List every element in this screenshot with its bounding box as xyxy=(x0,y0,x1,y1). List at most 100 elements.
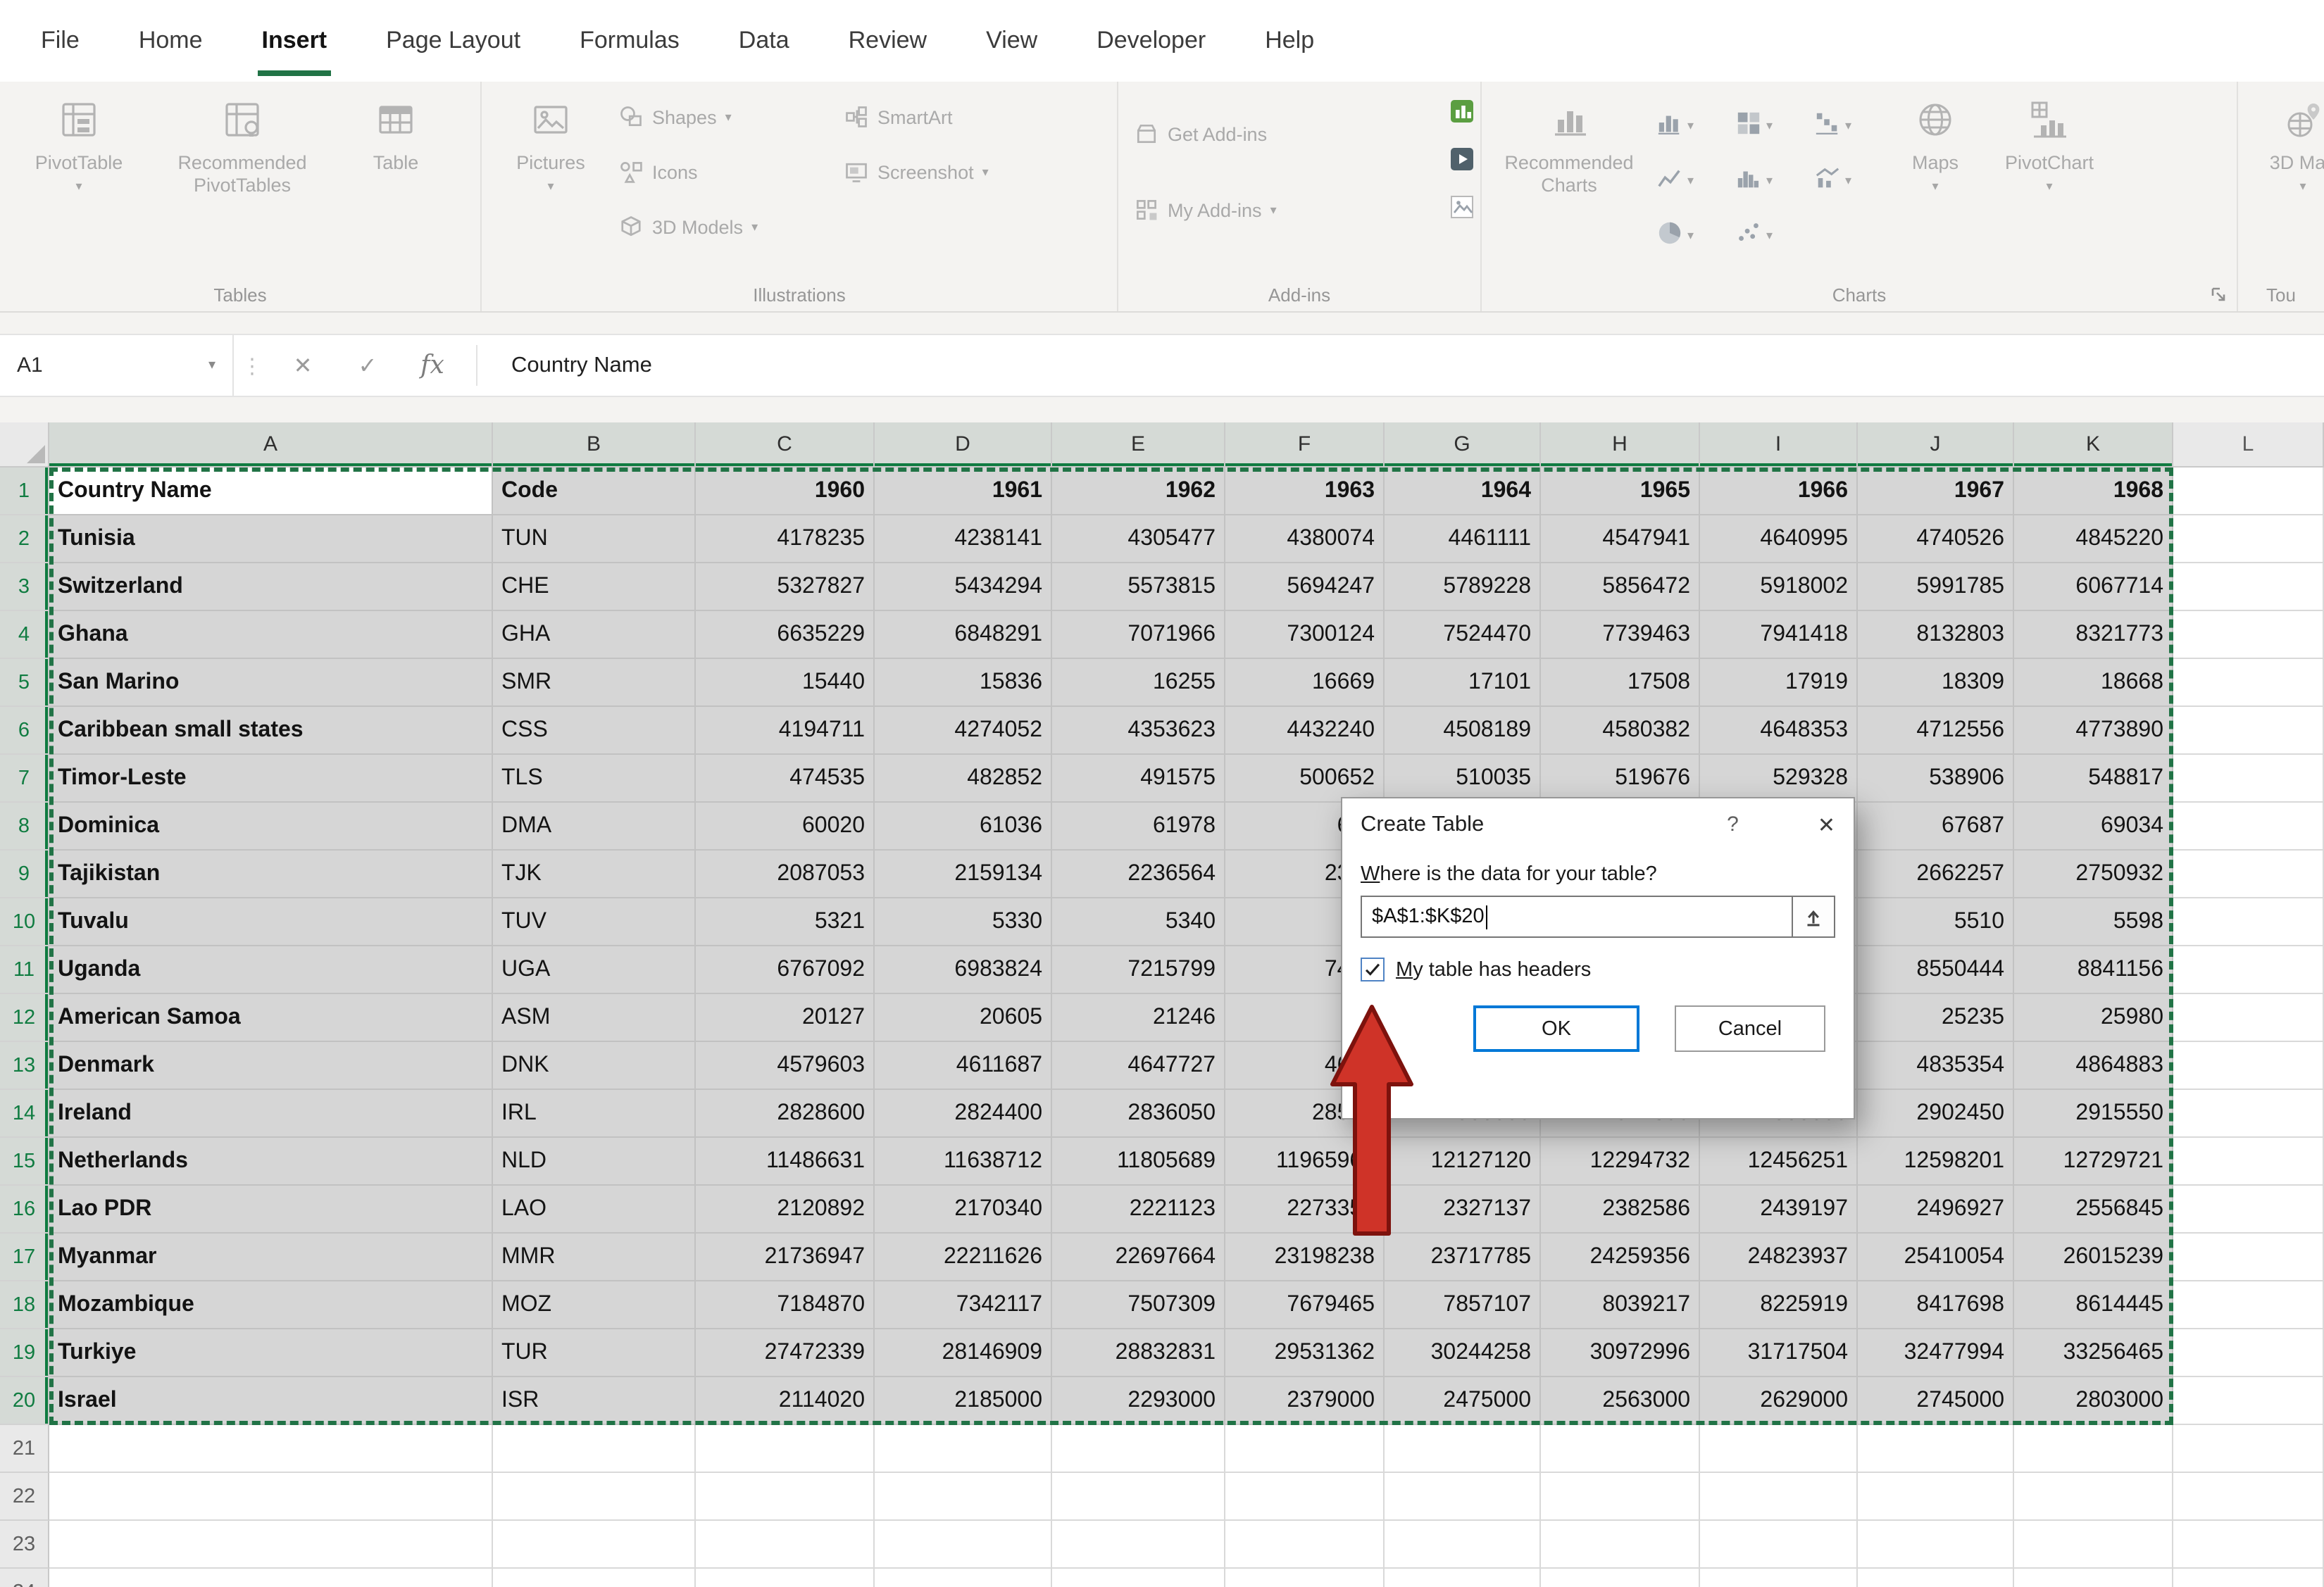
cell-F19[interactable]: 29531362 xyxy=(1225,1329,1385,1377)
dialog-close-button[interactable]: ✕ xyxy=(1818,812,1835,837)
insert-function-button[interactable]: fx xyxy=(400,335,465,396)
column-header-J[interactable]: J xyxy=(1858,422,2014,468)
cell-I5[interactable]: 17919 xyxy=(1700,659,1858,707)
cell-F17[interactable]: 23198238 xyxy=(1225,1234,1385,1281)
cell-F21[interactable] xyxy=(1225,1425,1385,1473)
cell-D8[interactable]: 61036 xyxy=(875,803,1052,851)
row-header-19[interactable]: 19 xyxy=(0,1329,49,1377)
cell-J11[interactable]: 8550444 xyxy=(1858,946,2014,994)
cell-C2[interactable]: 4178235 xyxy=(696,515,875,563)
cell-A17[interactable]: Myanmar xyxy=(49,1234,493,1281)
cell-H20[interactable]: 2563000 xyxy=(1541,1377,1700,1425)
cell-D9[interactable]: 2159134 xyxy=(875,851,1052,898)
cell-C15[interactable]: 11486631 xyxy=(696,1138,875,1186)
cell-B23[interactable] xyxy=(493,1521,696,1569)
cell-K13[interactable]: 4864883 xyxy=(2014,1042,2173,1090)
row-header-7[interactable]: 7 xyxy=(0,755,49,803)
cell-J12[interactable]: 25235 xyxy=(1858,994,2014,1042)
cell-L4[interactable] xyxy=(2173,611,2324,659)
cell-E10[interactable]: 5340 xyxy=(1052,898,1225,946)
cell-C19[interactable]: 27472339 xyxy=(696,1329,875,1377)
recommended-charts-button[interactable]: Recommended Charts xyxy=(1490,84,1648,279)
cell-L13[interactable] xyxy=(2173,1042,2324,1090)
cell-K12[interactable]: 25980 xyxy=(2014,994,2173,1042)
screenshot-button[interactable]: Screenshot ▾ xyxy=(837,153,1076,190)
tab-page-layout[interactable]: Page Layout xyxy=(356,0,550,82)
column-header-F[interactable]: F xyxy=(1225,422,1385,468)
cell-K19[interactable]: 33256465 xyxy=(2014,1329,2173,1377)
cell-H5[interactable]: 17508 xyxy=(1541,659,1700,707)
tab-review[interactable]: Review xyxy=(819,0,957,82)
cell-H4[interactable]: 7739463 xyxy=(1541,611,1700,659)
cell-K2[interactable]: 4845220 xyxy=(2014,515,2173,563)
cell-D21[interactable] xyxy=(875,1425,1052,1473)
cell-C1[interactable]: 1960 xyxy=(696,468,875,515)
cell-B24[interactable] xyxy=(493,1569,696,1587)
cell-E1[interactable]: 1962 xyxy=(1052,468,1225,515)
cell-A24[interactable] xyxy=(49,1569,493,1587)
cell-G3[interactable]: 5789228 xyxy=(1385,563,1541,611)
cell-G22[interactable] xyxy=(1385,1473,1541,1521)
cell-A9[interactable]: Tajikistan xyxy=(49,851,493,898)
cell-G23[interactable] xyxy=(1385,1521,1541,1569)
cell-K11[interactable]: 8841156 xyxy=(2014,946,2173,994)
cell-H7[interactable]: 519676 xyxy=(1541,755,1700,803)
row-header-9[interactable]: 9 xyxy=(0,851,49,898)
cell-J18[interactable]: 8417698 xyxy=(1858,1281,2014,1329)
cell-B6[interactable]: CSS xyxy=(493,707,696,755)
cell-E9[interactable]: 2236564 xyxy=(1052,851,1225,898)
cell-G18[interactable]: 7857107 xyxy=(1385,1281,1541,1329)
cell-J9[interactable]: 2662257 xyxy=(1858,851,2014,898)
cell-C10[interactable]: 5321 xyxy=(696,898,875,946)
cell-C13[interactable]: 4579603 xyxy=(696,1042,875,1090)
cell-K14[interactable]: 2915550 xyxy=(2014,1090,2173,1138)
cell-C9[interactable]: 2087053 xyxy=(696,851,875,898)
cell-I6[interactable]: 4648353 xyxy=(1700,707,1858,755)
cell-D4[interactable]: 6848291 xyxy=(875,611,1052,659)
cell-A4[interactable]: Ghana xyxy=(49,611,493,659)
row-header-23[interactable]: 23 xyxy=(0,1521,49,1569)
cell-C3[interactable]: 5327827 xyxy=(696,563,875,611)
cell-B1[interactable]: Code xyxy=(493,468,696,515)
cell-A7[interactable]: Timor-Leste xyxy=(49,755,493,803)
cell-B9[interactable]: TJK xyxy=(493,851,696,898)
cell-E11[interactable]: 7215799 xyxy=(1052,946,1225,994)
cell-C8[interactable]: 60020 xyxy=(696,803,875,851)
row-header-13[interactable]: 13 xyxy=(0,1042,49,1090)
row-header-24[interactable]: 24 xyxy=(0,1569,49,1587)
cell-F23[interactable] xyxy=(1225,1521,1385,1569)
cell-K10[interactable]: 5598 xyxy=(2014,898,2173,946)
insert-hierarchy-chart-button[interactable]: ▾ xyxy=(1727,110,1806,137)
cell-K4[interactable]: 8321773 xyxy=(2014,611,2173,659)
column-header-E[interactable]: E xyxy=(1052,422,1225,468)
cell-E3[interactable]: 5573815 xyxy=(1052,563,1225,611)
cell-K20[interactable]: 2803000 xyxy=(2014,1377,2173,1425)
cell-D13[interactable]: 4611687 xyxy=(875,1042,1052,1090)
cell-E17[interactable]: 22697664 xyxy=(1052,1234,1225,1281)
cell-B20[interactable]: ISR xyxy=(493,1377,696,1425)
cell-G5[interactable]: 17101 xyxy=(1385,659,1541,707)
cell-J17[interactable]: 25410054 xyxy=(1858,1234,2014,1281)
get-addins-button[interactable]: Get Add-ins xyxy=(1127,115,1438,152)
column-header-D[interactable]: D xyxy=(875,422,1052,468)
tab-developer[interactable]: Developer xyxy=(1067,0,1235,82)
cell-E7[interactable]: 491575 xyxy=(1052,755,1225,803)
cell-L6[interactable] xyxy=(2173,707,2324,755)
cell-A12[interactable]: American Samoa xyxy=(49,994,493,1042)
cell-H19[interactable]: 30972996 xyxy=(1541,1329,1700,1377)
cell-I17[interactable]: 24823937 xyxy=(1700,1234,1858,1281)
cell-F5[interactable]: 16669 xyxy=(1225,659,1385,707)
icons-button[interactable]: Icons xyxy=(611,153,837,190)
cell-E15[interactable]: 11805689 xyxy=(1052,1138,1225,1186)
cell-D5[interactable]: 15836 xyxy=(875,659,1052,707)
cell-C21[interactable] xyxy=(696,1425,875,1473)
cell-G24[interactable] xyxy=(1385,1569,1541,1587)
cell-L9[interactable] xyxy=(2173,851,2324,898)
row-header-21[interactable]: 21 xyxy=(0,1425,49,1473)
cell-D11[interactable]: 6983824 xyxy=(875,946,1052,994)
cell-B5[interactable]: SMR xyxy=(493,659,696,707)
cell-D2[interactable]: 4238141 xyxy=(875,515,1052,563)
smartart-button[interactable]: SmartArt xyxy=(837,99,1076,135)
cell-A13[interactable]: Denmark xyxy=(49,1042,493,1090)
cell-E12[interactable]: 21246 xyxy=(1052,994,1225,1042)
